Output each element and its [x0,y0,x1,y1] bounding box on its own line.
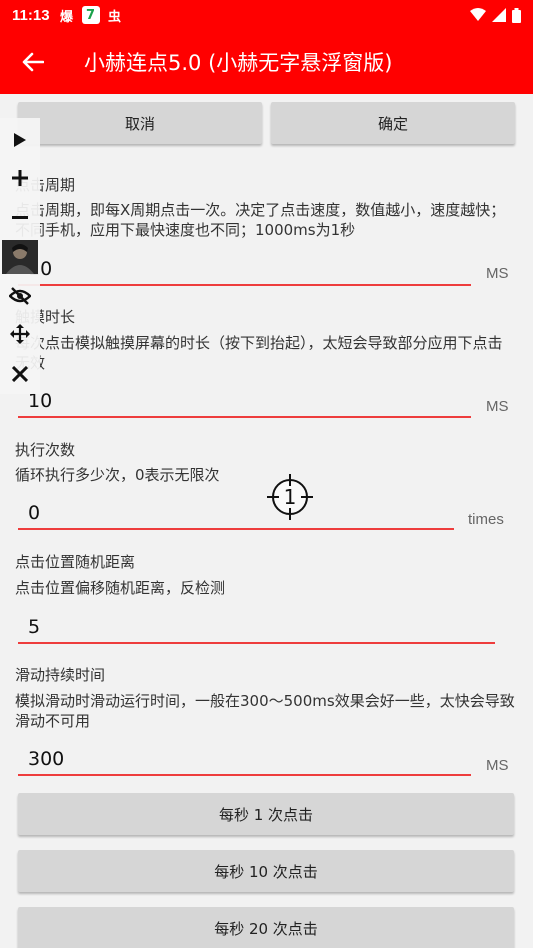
click-interval-unit: MS [486,265,509,282]
signal-icon [492,8,506,22]
repeat-count-unit: times [468,511,504,528]
status-icons [470,7,521,23]
avatar[interactable] [2,240,38,274]
add-point-button[interactable] [0,160,40,196]
confirm-button[interactable]: 确定 [271,102,515,144]
preset-10-per-second-button[interactable]: 每秒 10 次点击 [18,850,514,892]
crosshair-label: 1 [284,485,297,509]
swipe-duration-input[interactable]: 300 [18,740,471,776]
random-offset-label: 点击位置随机距离 [15,553,136,571]
touch-duration-unit: MS [486,398,509,415]
notification-icon: 爆 [60,9,74,25]
repeat-count-desc: 循环执行多少次，0表示无限次 [15,466,220,484]
arrow-left-icon [22,52,44,72]
plus-icon [12,170,28,186]
eye-off-icon [9,287,31,305]
preset-1-per-second-button[interactable]: 每秒 1 次点击 [18,793,514,835]
app-bar: 小赫连点5.0 (小赫无字悬浮窗版) [0,30,533,94]
hide-button[interactable] [0,278,40,314]
repeat-count-label: 执行次数 [15,441,76,459]
click-interval-desc: 点击周期，即每X周期点击一次。决定了点击速度，数值越小，速度越快；不同手机，应用… [15,201,506,239]
back-button[interactable] [0,30,66,94]
close-button[interactable] [0,356,40,392]
page-title: 小赫连点5.0 (小赫无字悬浮窗版) [84,51,393,75]
touch-duration-desc: 每次点击模拟触摸屏幕的时长（按下到抬起），太短会导致部分应用下点击无效 [15,334,503,372]
floating-toolbar [0,118,40,394]
remove-point-button[interactable] [0,200,40,236]
move-button[interactable] [0,316,40,352]
swipe-duration-desc: 模拟滑动时滑动运行时间，一般在300～500ms效果会好一些，太快会导致滑动不可… [15,692,515,730]
cancel-button[interactable]: 取消 [18,102,262,144]
random-offset-desc: 点击位置偏移随机距离，反检测 [15,579,226,597]
click-interval-input[interactable]: 10 [18,250,471,286]
preset-20-per-second-button[interactable]: 每秒 20 次点击 [18,907,514,948]
battery-icon [512,7,521,23]
notification-icon: 虫 [108,9,122,25]
random-offset-input[interactable]: 5 [18,608,495,644]
close-icon [12,366,28,382]
play-icon [14,133,26,147]
play-button[interactable] [0,122,40,158]
swipe-duration-label: 滑动持续时间 [15,666,106,684]
move-icon [10,324,30,344]
repeat-count-input[interactable]: 0 [18,494,454,530]
notification-icon: 7 [81,6,100,24]
swipe-duration-unit: MS [486,757,509,774]
status-time: 11:13 [12,6,50,24]
click-target-crosshair[interactable]: 1 [266,473,314,521]
touch-duration-input[interactable]: 10 [18,382,471,418]
wifi-icon [470,8,486,21]
minus-icon [12,216,28,219]
status-bar: 11:13 爆 7 虫 [0,0,533,30]
